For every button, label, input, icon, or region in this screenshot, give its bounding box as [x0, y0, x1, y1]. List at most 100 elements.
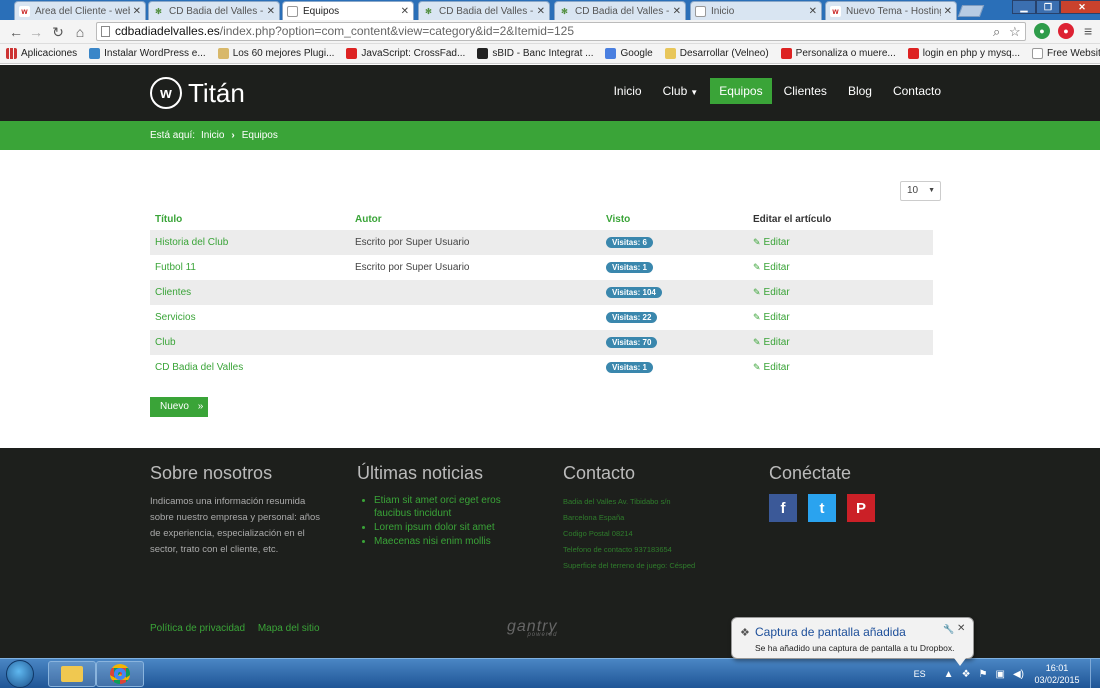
- url-input[interactable]: cdbadiadelvalles.es/index.php?option=com…: [96, 22, 1026, 41]
- news-item[interactable]: Etiam sit amet orci eget eros faucibus t…: [374, 494, 517, 520]
- extension-red-icon[interactable]: ●: [1058, 23, 1074, 39]
- tab-cd-badia-1[interactable]: ✻ CD Badia del Valles - Ad ✕: [148, 1, 280, 20]
- close-icon[interactable]: ✕: [957, 623, 965, 634]
- flag-icon[interactable]: ⚑: [979, 669, 988, 680]
- bookmark-item[interactable]: Instalar WordPress e...: [89, 48, 206, 59]
- youtube-icon: [346, 48, 358, 59]
- close-icon[interactable]: ✕: [537, 6, 545, 17]
- breadcrumb-current: Equipos: [241, 130, 278, 141]
- bookmark-item[interactable]: Free Website Templ...: [1032, 48, 1100, 59]
- language-indicator[interactable]: ES: [914, 669, 926, 679]
- bookmark-item[interactable]: Aplicaciones: [6, 48, 77, 59]
- tab-nuevo-tema[interactable]: w Nuevo Tema - Hosting ✕: [825, 1, 957, 20]
- edit-link[interactable]: ✎ Editar: [753, 237, 790, 248]
- article-title-link[interactable]: Club: [150, 337, 350, 348]
- clock[interactable]: 16:01 03/02/2015: [1032, 662, 1082, 686]
- hits-badge: Visitas: 22: [606, 312, 658, 323]
- article-title-link[interactable]: Servicios: [150, 312, 350, 323]
- folder-icon: [664, 48, 676, 59]
- nav-item-clientes[interactable]: Clientes: [775, 78, 836, 104]
- tab-equipos[interactable]: Equipos ✕: [282, 1, 414, 21]
- extension-green-icon[interactable]: ●: [1034, 23, 1050, 39]
- column-header-edit: Editar el artículo: [753, 213, 832, 225]
- tray-expand-icon[interactable]: ▲: [944, 669, 954, 680]
- home-icon[interactable]: ⌂: [72, 24, 88, 40]
- edit-link[interactable]: ✎ Editar: [753, 337, 790, 348]
- close-icon[interactable]: ✕: [944, 6, 952, 17]
- new-article-button[interactable]: Nuevo »: [150, 397, 208, 417]
- network-icon[interactable]: ▣: [996, 669, 1005, 680]
- breadcrumb-link-inicio[interactable]: Inicio: [201, 130, 224, 141]
- close-icon[interactable]: ✕: [809, 6, 817, 17]
- plugin-icon: [217, 48, 229, 59]
- nav-item-blog[interactable]: Blog: [839, 78, 881, 104]
- tab-inicio[interactable]: Inicio ✕: [690, 1, 822, 20]
- taskbar-explorer[interactable]: [48, 661, 96, 687]
- list-limit-select[interactable]: 10 ▼: [900, 181, 941, 201]
- dropbox-notification[interactable]: ❖ Captura de pantalla añadida Se ha añad…: [731, 617, 974, 659]
- close-icon[interactable]: ✕: [267, 6, 275, 17]
- star-icon[interactable]: ☆: [1009, 24, 1021, 40]
- new-tab-button[interactable]: [957, 5, 985, 17]
- bookmark-item[interactable]: JavaScript: CrossFad...: [346, 48, 465, 59]
- twitter-icon[interactable]: t: [808, 494, 836, 522]
- column-header-title[interactable]: Título: [150, 214, 350, 225]
- edit-link[interactable]: ✎ Editar: [753, 262, 790, 273]
- news-item[interactable]: Maecenas nisi enim mollis: [374, 535, 517, 548]
- facebook-icon[interactable]: f: [769, 494, 797, 522]
- tab-area-cliente[interactable]: w Área del Cliente - webe ✕: [14, 1, 146, 20]
- article-title-link[interactable]: Futbol 11: [150, 262, 350, 273]
- browser-menu-icon[interactable]: ≡: [1084, 23, 1092, 39]
- bookmark-item[interactable]: sBID - Banc Integrat ...: [477, 48, 593, 59]
- window-close-icon[interactable]: ✕: [1060, 0, 1100, 14]
- tab-cd-badia-2[interactable]: ✻ CD Badia del Valles - Ad ✕: [418, 1, 550, 20]
- pinterest-icon[interactable]: P: [847, 494, 875, 522]
- minimize-icon[interactable]: ▁: [1012, 0, 1036, 14]
- taskbar-chrome[interactable]: [96, 661, 144, 687]
- bookmark-item[interactable]: login en php y mysq...: [907, 48, 1020, 59]
- volume-icon[interactable]: ◀): [1013, 669, 1024, 680]
- back-arrow-icon[interactable]: ←: [8, 24, 24, 40]
- tab-cd-badia-3[interactable]: ✻ CD Badia del Valles - Ad ✕: [554, 1, 686, 20]
- bookmark-item[interactable]: Desarrollar (Velneo): [664, 48, 769, 59]
- close-icon[interactable]: ✕: [401, 6, 409, 17]
- page-info-icon[interactable]: [101, 26, 110, 37]
- sitemap-link[interactable]: Mapa del sitio: [258, 623, 320, 634]
- nav-item-equipos[interactable]: Equipos: [710, 78, 772, 104]
- forward-arrow-icon[interactable]: →: [28, 24, 44, 40]
- close-icon[interactable]: ✕: [673, 6, 681, 17]
- search-icon[interactable]: ⌕: [993, 24, 1000, 40]
- nav-item-contacto[interactable]: Contacto: [884, 78, 950, 104]
- start-button[interactable]: [6, 660, 34, 688]
- news-item[interactable]: Lorem ipsum dolor sit amet: [374, 521, 517, 534]
- show-desktop-button[interactable]: [1090, 659, 1100, 688]
- wrench-icon[interactable]: 🔧: [943, 624, 954, 635]
- dropbox-icon[interactable]: ❖: [962, 669, 971, 680]
- maximize-icon[interactable]: ❐: [1036, 0, 1060, 14]
- article-author: Escrito por Super Usuario: [355, 237, 470, 248]
- address-toolbar: ← → ↻ ⌂ cdbadiadelvalles.es/index.php?op…: [0, 20, 1100, 44]
- close-icon[interactable]: ✕: [133, 6, 141, 17]
- article-title-link[interactable]: CD Badia del Valles: [150, 362, 350, 373]
- edit-link[interactable]: ✎ Editar: [753, 287, 790, 298]
- reload-icon[interactable]: ↻: [50, 24, 66, 41]
- column-header-hits[interactable]: Visto: [601, 214, 748, 225]
- article-title-link[interactable]: Historia del Club: [150, 237, 350, 248]
- edit-link[interactable]: ✎ Editar: [753, 312, 790, 323]
- tab-title: Nuevo Tema - Hosting: [846, 5, 941, 17]
- bookmark-item[interactable]: Los 60 mejores Plugi...: [217, 48, 334, 59]
- privacy-policy-link[interactable]: Política de privacidad: [150, 623, 245, 634]
- edit-link[interactable]: ✎ Editar: [753, 362, 790, 373]
- contact-postal: Codigo Postal 08214: [563, 529, 633, 538]
- site-logo[interactable]: w Titán: [150, 77, 245, 109]
- chevron-down-icon: ▼: [690, 88, 699, 97]
- gantry-logo[interactable]: gantry powered: [507, 618, 557, 638]
- joomla-icon: ✻: [425, 6, 432, 16]
- bookmark-item[interactable]: Personaliza o muere...: [780, 48, 896, 59]
- nav-item-club[interactable]: Club ▼: [654, 78, 708, 104]
- article-title-link[interactable]: Clientes: [150, 287, 350, 298]
- bookmark-label: Free Website Templ...: [1047, 48, 1100, 59]
- column-header-author[interactable]: Autor: [350, 214, 601, 225]
- nav-item-inicio[interactable]: Inicio: [605, 78, 651, 104]
- bookmark-item[interactable]: Google: [605, 48, 653, 59]
